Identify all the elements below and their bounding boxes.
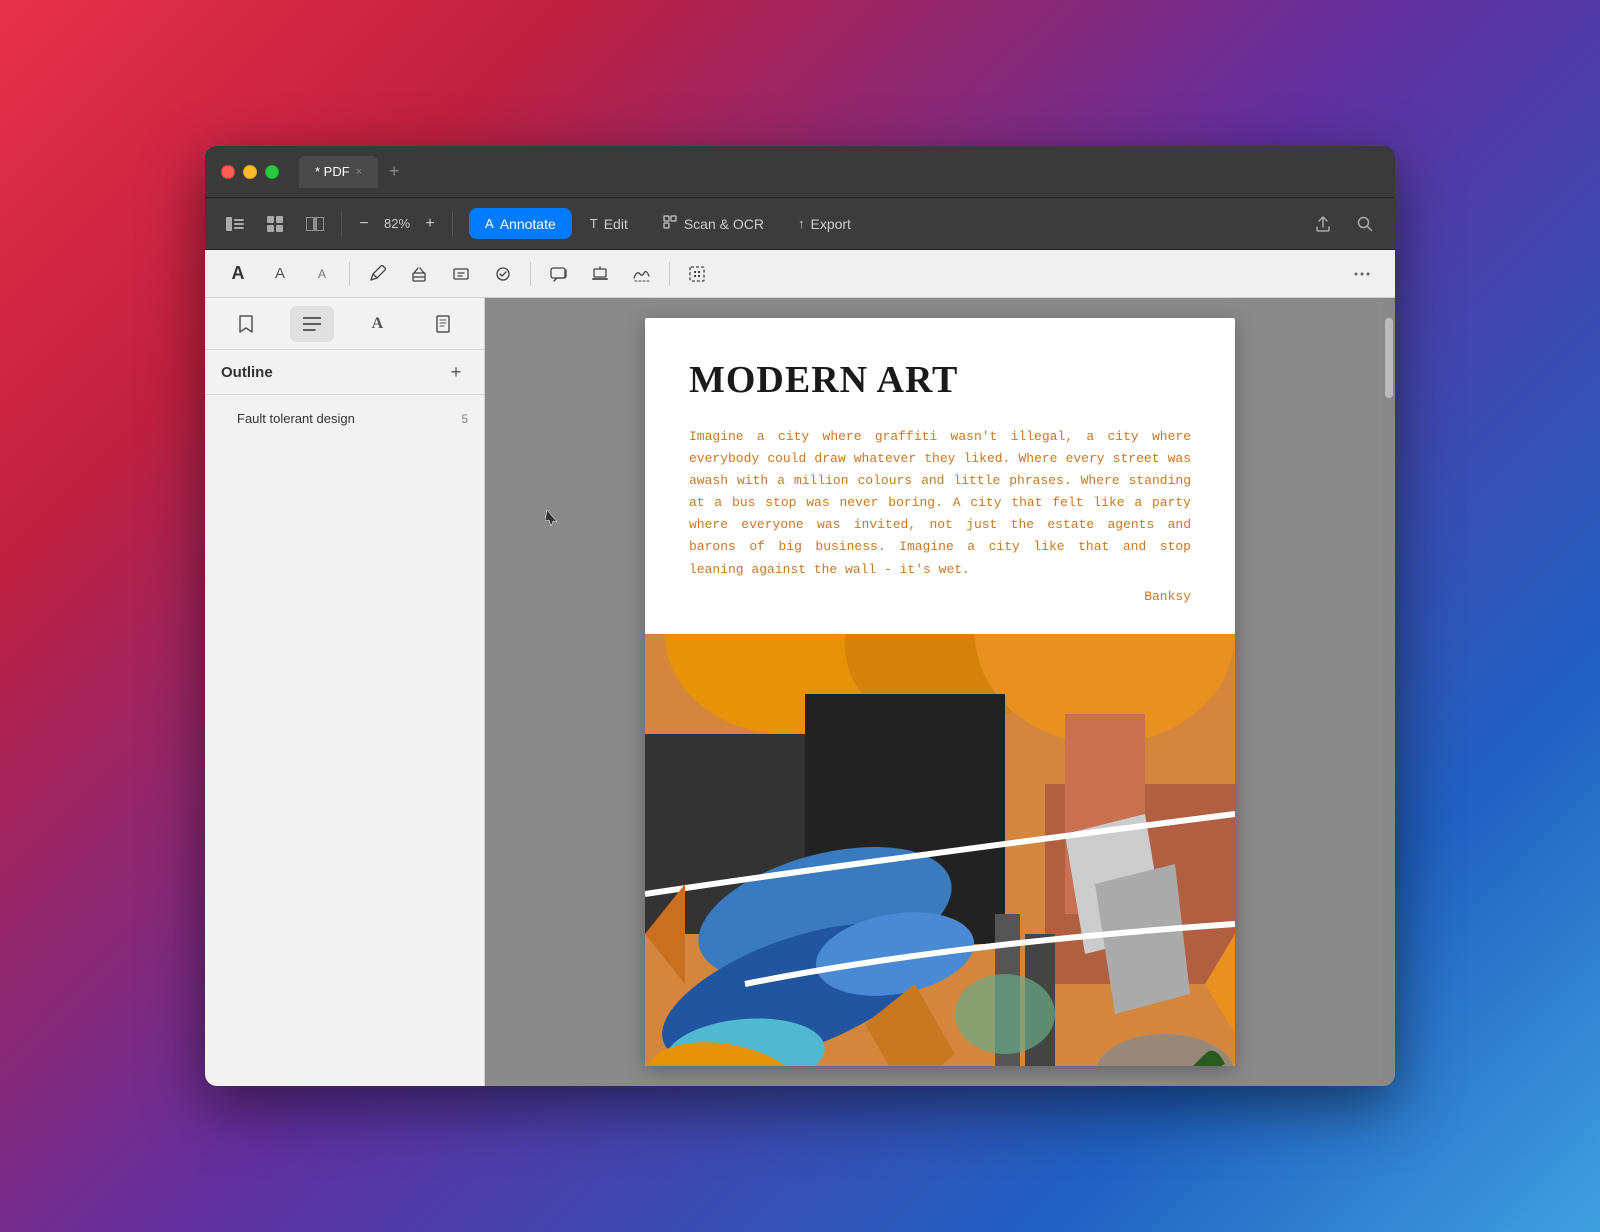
- pen-tool-button[interactable]: [360, 257, 394, 291]
- close-button[interactable]: [221, 165, 235, 179]
- app-window: * PDF × +: [205, 146, 1395, 1086]
- zoom-level-label[interactable]: 82%: [380, 216, 414, 231]
- pdf-area[interactable]: MODERN ART Imagine a city where graffiti…: [485, 298, 1395, 1086]
- dual-page-button[interactable]: [297, 206, 333, 242]
- sidebar-title: Outline: [221, 364, 273, 381]
- stamp-button[interactable]: [583, 257, 617, 291]
- export-icon: ↑: [798, 216, 805, 231]
- tab-container: * PDF × +: [299, 156, 406, 188]
- search-button[interactable]: [1347, 206, 1383, 242]
- tab-export[interactable]: ↑ Export: [782, 208, 867, 239]
- sidebar-tab-bookmark[interactable]: [224, 306, 268, 342]
- sidebar: A Outline + Fault tolerant design 5: [205, 298, 485, 1086]
- outline-item-label: Fault tolerant design: [237, 411, 355, 426]
- zoom-out-button[interactable]: −: [350, 210, 378, 238]
- sidebar-tabs: A: [205, 298, 484, 350]
- scan-icon: [662, 214, 678, 233]
- traffic-lights: [221, 165, 279, 179]
- mode-tabs: A Annotate T Edit Scan & OCR ↑: [469, 208, 867, 239]
- sidebar-tab-text[interactable]: A: [355, 306, 399, 342]
- text-small-button[interactable]: A: [305, 257, 339, 291]
- pdf-page: MODERN ART Imagine a city where graffiti…: [645, 318, 1235, 1066]
- tab-scan-ocr[interactable]: Scan & OCR: [646, 208, 780, 239]
- toolbar-separator-2: [452, 212, 453, 236]
- more-options-button[interactable]: [1345, 257, 1379, 291]
- scrollbar-thumb[interactable]: [1385, 318, 1393, 398]
- sidebar-add-button[interactable]: +: [444, 360, 468, 384]
- ann-separator-1: [349, 262, 350, 286]
- cursor-indicator: [545, 508, 559, 533]
- toolbar-right: [1305, 206, 1383, 242]
- tab-edit[interactable]: T Edit: [574, 208, 644, 239]
- text-large-button[interactable]: A: [221, 257, 255, 291]
- sidebar-toggle-button[interactable]: [217, 206, 253, 242]
- signature-button[interactable]: [625, 257, 659, 291]
- sidebar-tab-outline[interactable]: [290, 306, 334, 342]
- annotate-label: Annotate: [500, 216, 556, 232]
- pdf-tab[interactable]: * PDF ×: [299, 156, 378, 188]
- pdf-page-content: MODERN ART Imagine a city where graffiti…: [645, 318, 1235, 634]
- comment-button[interactable]: [541, 257, 575, 291]
- text-box-button[interactable]: [444, 257, 478, 291]
- add-tab-button[interactable]: +: [382, 160, 406, 184]
- edit-icon: T: [590, 216, 598, 231]
- annotation-toolbar: A A A: [205, 250, 1395, 298]
- pdf-title: MODERN ART: [689, 358, 1191, 402]
- text-medium-button[interactable]: A: [263, 257, 297, 291]
- scrollbar-track[interactable]: [1383, 298, 1395, 1086]
- edit-label: Edit: [604, 216, 628, 232]
- grid-view-button[interactable]: [257, 206, 293, 242]
- outline-item[interactable]: Fault tolerant design 5: [205, 403, 484, 434]
- pdf-image: Lik Jones Vitals Bro's: [645, 634, 1235, 1066]
- tab-annotate[interactable]: A Annotate: [469, 208, 572, 239]
- shape-tool-button[interactable]: [486, 257, 520, 291]
- main-content: A Outline + Fault tolerant design 5: [205, 298, 1395, 1086]
- titlebar: * PDF × +: [205, 146, 1395, 198]
- tab-close-icon[interactable]: ×: [356, 166, 362, 178]
- toolbar-separator-1: [341, 212, 342, 236]
- eraser-tool-button[interactable]: [402, 257, 436, 291]
- minimize-button[interactable]: [243, 165, 257, 179]
- share-button[interactable]: [1305, 206, 1341, 242]
- sidebar-content: Fault tolerant design 5: [205, 395, 484, 1086]
- zoom-control: − 82% +: [350, 210, 444, 238]
- scan-ocr-label: Scan & OCR: [684, 216, 764, 232]
- tab-title: * PDF: [315, 164, 350, 179]
- ann-separator-3: [669, 262, 670, 286]
- pdf-quote: Imagine a city where graffiti wasn't ill…: [689, 426, 1191, 581]
- outline-item-page: 5: [461, 412, 468, 426]
- main-toolbar: − 82% + A Annotate T Edit: [205, 198, 1395, 250]
- sidebar-header: Outline +: [205, 350, 484, 395]
- export-label: Export: [810, 216, 850, 232]
- ann-toolbar-right: [1345, 257, 1379, 291]
- maximize-button[interactable]: [265, 165, 279, 179]
- sidebar-tab-page[interactable]: [421, 306, 465, 342]
- zoom-in-button[interactable]: +: [416, 210, 444, 238]
- selection-tool-button[interactable]: [680, 257, 714, 291]
- ann-separator-2: [530, 262, 531, 286]
- pdf-attribution: Banksy: [689, 589, 1191, 604]
- annotate-icon: A: [485, 216, 494, 231]
